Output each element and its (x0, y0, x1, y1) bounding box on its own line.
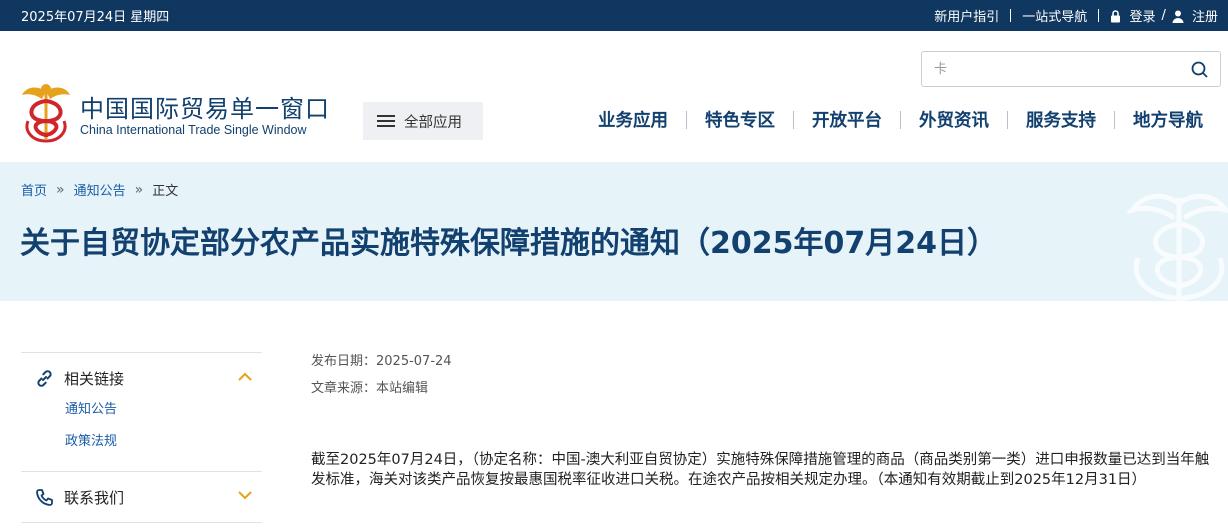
contact-section: 联系我们 (21, 472, 262, 522)
new-user-guide-link[interactable]: 新用户指引 (934, 6, 999, 25)
page-title: 关于自贸协定部分农产品实施特殊保障措施的通知（2025年07月24日） (20, 226, 997, 261)
site-header: 中国国际贸易单一窗口 China International Trade Sin… (0, 31, 1228, 162)
breadcrumb-home[interactable]: 首页 (21, 180, 47, 199)
sidebar-item-notices[interactable]: 通知公告 (21, 399, 262, 431)
logo-icon[interactable] (22, 81, 70, 143)
source-row: 文章来源：本站编辑 (311, 377, 428, 396)
related-links-header[interactable]: 相关链接 (21, 353, 262, 403)
breadcrumb-notices[interactable]: 通知公告 (74, 180, 126, 199)
user-icon (1172, 10, 1184, 23)
related-links-title: 相关链接 (64, 369, 125, 388)
search-icon[interactable] (1191, 61, 1208, 78)
sidebar: 相关链接 通知公告 政策法规 联系我们 (21, 352, 262, 523)
top-bar: 2025年07月24日 星期四 新用户指引 一站式导航 登录 / 注册 (0, 0, 1228, 31)
top-links: 新用户指引 一站式导航 登录 / 注册 (934, 6, 1218, 25)
source-value: 本站编辑 (376, 381, 429, 396)
contact-title: 联系我们 (64, 488, 125, 507)
menu-icon (377, 112, 395, 130)
slash-separator: / (1161, 8, 1166, 23)
chevron-up-icon[interactable] (238, 372, 252, 381)
brand-name-en[interactable]: China International Trade Single Window (80, 123, 307, 137)
one-stop-nav-link[interactable]: 一站式导航 (1022, 6, 1087, 25)
divider (1010, 9, 1012, 22)
sidebar-item-policies[interactable]: 政策法规 (21, 431, 262, 463)
nav-local-navigation[interactable]: 地方导航 (1115, 107, 1221, 132)
phone-icon (36, 488, 53, 506)
title-banner: 首页 » 通知公告 » 正文 关于自贸协定部分农产品实施特殊保障措施的通知（20… (0, 162, 1228, 301)
register-label: 注册 (1191, 10, 1218, 25)
lock-icon (1111, 10, 1121, 23)
nav-open-platform[interactable]: 开放平台 (794, 107, 900, 132)
nav-business-apps[interactable]: 业务应用 (580, 107, 686, 132)
nav-featured-zone[interactable]: 特色专区 (687, 107, 793, 132)
chevron-down-icon[interactable] (238, 491, 252, 500)
main-nav: 业务应用 特色专区 开放平台 外贸资讯 服务支持 地方导航 (580, 107, 1221, 132)
contact-header[interactable]: 联系我们 (21, 472, 262, 522)
article-body: 截至2025年07月24日，（协定名称：中国-澳大利亚自贸协定）实施特殊保障措施… (311, 452, 1210, 488)
all-apps-button[interactable]: 全部应用 (363, 102, 483, 140)
brand-name-cn[interactable]: 中国国际贸易单一窗口 (80, 89, 330, 124)
publish-date: 2025-07-24 (376, 354, 452, 369)
nav-service-support[interactable]: 服务支持 (1008, 107, 1114, 132)
breadcrumb-separator: » (134, 181, 144, 198)
breadcrumb: 首页 » 通知公告 » 正文 (21, 180, 179, 200)
source-label: 文章来源： (311, 381, 377, 396)
login-link[interactable]: 登录 (1110, 6, 1155, 25)
nav-trade-news[interactable]: 外贸资讯 (901, 107, 1007, 132)
breadcrumb-current: 正文 (152, 184, 179, 199)
current-date: 2025年07月24日 星期四 (21, 10, 170, 25)
divider (21, 522, 262, 523)
publish-date-row: 发布日期：2025-07-24 (311, 350, 452, 369)
search-input[interactable] (922, 52, 1172, 86)
register-link[interactable]: 注册 (1172, 6, 1218, 25)
emblem-watermark-icon (1125, 193, 1228, 301)
link-icon (37, 369, 52, 387)
publish-date-label: 发布日期： (311, 354, 377, 369)
related-links-section: 相关链接 通知公告 政策法规 (21, 353, 262, 463)
search-box (921, 51, 1221, 87)
divider (1098, 9, 1100, 22)
login-label: 登录 (1129, 10, 1156, 25)
breadcrumb-separator: » (56, 181, 65, 198)
all-apps-label: 全部应用 (404, 114, 462, 131)
